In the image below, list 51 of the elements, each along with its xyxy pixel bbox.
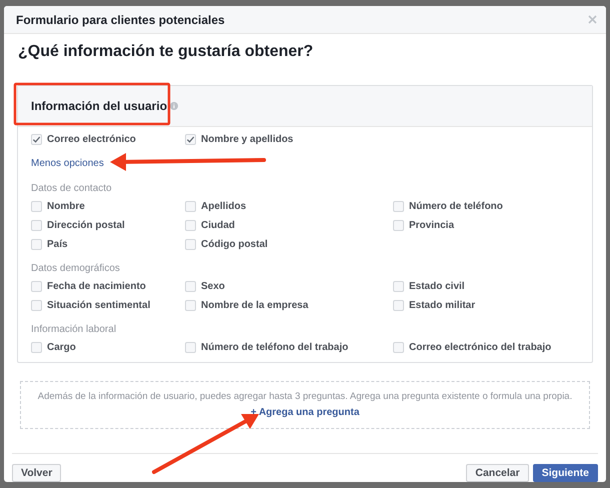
- checkbox[interactable]: [31, 134, 42, 145]
- checkbox[interactable]: [393, 220, 404, 231]
- checkbox[interactable]: [393, 281, 404, 292]
- checkbox[interactable]: [31, 342, 42, 353]
- checkbox-label: Estado civil: [409, 281, 465, 292]
- less-options-link[interactable]: Menos opciones: [31, 158, 104, 169]
- checkbox-label: Dirección postal: [47, 220, 125, 231]
- group-title: Datos demográficos: [31, 263, 121, 274]
- checkbox-label: Cargo: [47, 342, 76, 353]
- checkbox-label: Nombre y apellidos: [201, 134, 294, 145]
- next-button[interactable]: Siguiente: [532, 464, 598, 482]
- checkbox-label: Nombre: [47, 201, 85, 212]
- dialog-title: Formulario para clientes potenciales: [16, 12, 225, 26]
- checkbox-label: País: [47, 239, 68, 250]
- close-icon[interactable]: [588, 15, 597, 24]
- checkbox-label: Correo electrónico del trabajo: [409, 342, 552, 353]
- checkbox[interactable]: [31, 239, 42, 250]
- checkbox-label: Código postal: [201, 239, 268, 250]
- checkbox-label: Correo electrónico: [47, 134, 136, 145]
- checkbox-label: Número de teléfono del trabajo: [201, 342, 348, 353]
- add-question-link[interactable]: + Agrega una pregunta: [250, 407, 360, 418]
- dialog-heading: ¿Qué información te gustaría obtener?: [18, 43, 314, 61]
- checkbox-label: Fecha de nacimiento: [47, 281, 146, 292]
- checkbox-label: Provincia: [409, 220, 454, 231]
- checkbox[interactable]: [393, 300, 404, 311]
- checkbox[interactable]: [31, 220, 42, 231]
- checkbox-label: Ciudad: [201, 220, 235, 231]
- checkbox-label: Sexo: [201, 281, 225, 292]
- checkbox[interactable]: [185, 342, 196, 353]
- checkbox[interactable]: [185, 300, 196, 311]
- questions-note: Además de la información de usuario, puedes agregar hasta 3 preguntas. Agrega una pregunta existente o formula una propia.: [36, 391, 574, 402]
- checkbox[interactable]: [185, 134, 196, 145]
- checkbox-label: Nombre de la empresa: [201, 300, 308, 311]
- back-button[interactable]: Volver: [12, 464, 62, 482]
- group-title: Información laboral: [31, 324, 118, 335]
- checkbox[interactable]: [31, 300, 42, 311]
- checkbox[interactable]: [185, 220, 196, 231]
- checkbox-label: Apellidos: [201, 201, 246, 212]
- panel-title: Información del usuario: [31, 99, 168, 113]
- checkbox-label: Número de teléfono: [409, 201, 503, 212]
- checkbox[interactable]: [185, 239, 196, 250]
- checkbox[interactable]: [31, 281, 42, 292]
- checkbox[interactable]: [185, 201, 196, 212]
- checkbox[interactable]: [393, 342, 404, 353]
- group-title: Datos de contacto: [31, 183, 113, 194]
- checkbox[interactable]: [31, 201, 42, 212]
- checkbox[interactable]: [185, 281, 196, 292]
- checkbox-label: Situación sentimental: [47, 300, 150, 311]
- checkbox-label: Estado militar: [409, 300, 476, 311]
- checkbox[interactable]: [393, 201, 404, 212]
- cancel-button[interactable]: Cancelar: [466, 464, 529, 482]
